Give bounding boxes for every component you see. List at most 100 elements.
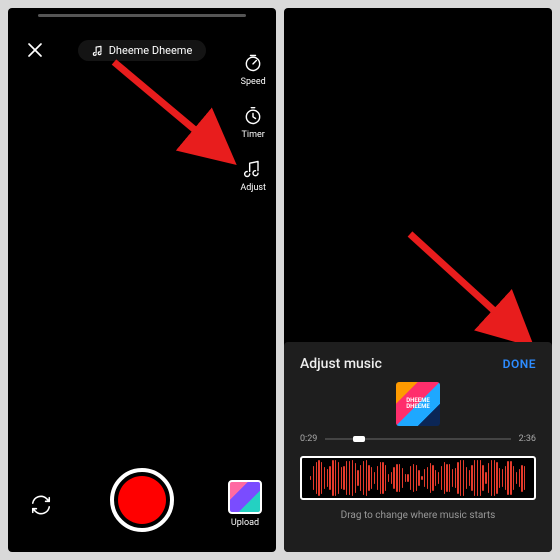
album-artwork: DHEEME DHEEME <box>396 382 440 426</box>
waveform-bar <box>471 465 472 492</box>
waveform-bar <box>457 462 458 494</box>
waveform-bar <box>510 461 511 494</box>
waveform-bar <box>416 465 417 490</box>
waveform-bar <box>346 461 347 495</box>
waveform-bar <box>355 463 356 492</box>
switch-camera-icon <box>30 494 52 516</box>
drag-hint: Drag to change where music starts <box>300 510 536 521</box>
waveform-bar <box>399 464 400 492</box>
upload-label: Upload <box>231 518 259 528</box>
waveform-bar <box>494 460 495 496</box>
waveform-bar <box>349 461 350 495</box>
waveform-bar <box>430 463 431 493</box>
waveform-bar <box>313 466 314 489</box>
waveform-bar <box>396 464 397 493</box>
music-note-icon <box>92 45 103 56</box>
tool-timer[interactable]: Timer <box>242 105 265 140</box>
waveform-bar <box>329 466 330 490</box>
waveform-bar <box>524 466 525 491</box>
screen-adjust-music: Adjust music DONE DHEEME DHEEME 0:29 2:3… <box>284 8 552 552</box>
top-bar: Dheeme Dheeme <box>8 38 276 62</box>
waveform-bar <box>363 461 364 495</box>
notch-indicator <box>38 14 246 17</box>
waveform-bar <box>318 460 319 496</box>
waveform-bar <box>441 466 442 491</box>
waveform-bar <box>316 462 317 495</box>
waveform-bar <box>327 469 328 487</box>
waveform-bar <box>388 474 389 482</box>
waveform-bar <box>427 467 428 488</box>
timeline-track[interactable] <box>325 438 510 440</box>
waveform-bar <box>455 468 456 488</box>
waveform-bar <box>435 470 436 486</box>
waveform-bar <box>488 463 489 493</box>
waveform-bar <box>466 467 467 490</box>
waveform-bar <box>432 465 433 491</box>
waveform-bar <box>377 466 378 490</box>
waveform-bar <box>505 466 506 489</box>
speed-icon <box>242 52 264 74</box>
waveform-bar <box>502 469 503 488</box>
timeline: 0:29 2:36 <box>300 434 536 444</box>
upload-thumbnail <box>228 480 262 514</box>
waveform-bar <box>480 460 481 496</box>
switch-camera-button[interactable] <box>28 492 54 518</box>
record-dot-icon <box>118 476 166 524</box>
selected-song-chip[interactable]: Dheeme Dheeme <box>78 40 207 61</box>
waveform-bar <box>474 460 475 496</box>
waveform-bar <box>341 467 342 488</box>
adjust-music-icon <box>242 158 264 180</box>
waveform-bar <box>513 466 514 491</box>
waveform-bar <box>485 472 486 484</box>
annotation-arrow-adjust <box>108 56 248 180</box>
tool-adjust-label: Adjust <box>240 183 266 193</box>
waveform-scrubber[interactable] <box>300 456 536 500</box>
time-total: 2:36 <box>519 434 536 444</box>
waveform-bar <box>407 474 408 481</box>
waveform-bar <box>310 476 311 480</box>
waveform-bar <box>418 470 419 487</box>
timer-icon <box>242 105 264 127</box>
waveform-bar <box>402 468 403 488</box>
tool-speed[interactable]: Speed <box>241 52 266 87</box>
waveform-bar <box>413 464 414 492</box>
waveform-bar <box>424 469 425 487</box>
waveform-bar <box>507 461 508 496</box>
waveform-bar <box>357 470 358 487</box>
waveform-bar <box>410 466 411 490</box>
waveform-bar <box>366 460 367 496</box>
screen-camera: Dheeme Dheeme Speed Timer Adjust <box>8 8 276 552</box>
close-icon <box>27 42 43 58</box>
waveform-bar <box>438 472 439 484</box>
waveform-bar <box>385 465 386 491</box>
waveform-bar <box>421 476 422 481</box>
waveform-bar <box>521 465 522 492</box>
close-button[interactable] <box>24 39 46 61</box>
adjust-music-sheet: Adjust music DONE DHEEME DHEEME 0:29 2:3… <box>284 342 552 552</box>
record-button[interactable] <box>110 468 174 532</box>
tool-timer-label: Timer <box>242 130 265 140</box>
waveform-bar <box>469 470 470 487</box>
bottom-bar: Upload <box>8 458 276 538</box>
waveform-bar <box>477 460 478 496</box>
timeline-thumb[interactable] <box>353 436 365 442</box>
waveform-bar <box>393 467 394 490</box>
waveform-bar <box>382 462 383 494</box>
waveform-bar <box>391 472 392 484</box>
tool-adjust[interactable]: Adjust <box>240 158 266 193</box>
waveform-bar <box>332 460 333 496</box>
waveform-bar <box>499 468 500 488</box>
tool-speed-label: Speed <box>241 77 266 87</box>
song-title: Dheeme Dheeme <box>109 44 193 57</box>
waveform-bar <box>452 469 453 486</box>
upload-button[interactable]: Upload <box>228 480 262 528</box>
waveform-bar <box>360 465 361 490</box>
waveform-bar <box>343 466 344 489</box>
waveform-bar <box>496 462 497 494</box>
done-button[interactable]: DONE <box>503 357 536 371</box>
waveform-bar <box>335 460 336 496</box>
waveform-bar <box>463 460 464 496</box>
time-current: 0:29 <box>300 434 317 444</box>
waveform-bar <box>460 460 461 496</box>
waveform-bar <box>405 474 406 482</box>
